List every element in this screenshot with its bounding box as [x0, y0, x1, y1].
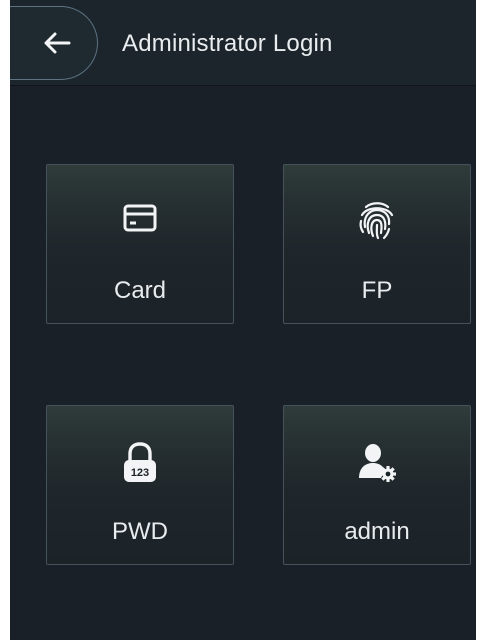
- password-login-button[interactable]: 123 PWD: [46, 405, 234, 565]
- admin-label: admin: [344, 518, 410, 545]
- page-title: Administrator Login: [122, 30, 333, 57]
- header-bar: Administrator Login: [10, 0, 476, 86]
- padlock-123-icon: 123: [47, 440, 233, 484]
- fingerprint-login-button[interactable]: FP: [283, 164, 471, 324]
- card-icon: [47, 203, 233, 233]
- fp-label: FP: [361, 277, 393, 304]
- admin-login-button[interactable]: admin: [283, 405, 471, 565]
- back-button[interactable]: [10, 6, 98, 80]
- admin-login-screen: Administrator Login Card FP 123 PWD admi…: [10, 0, 476, 640]
- fingerprint-icon: [284, 199, 470, 241]
- card-login-button[interactable]: Card: [46, 164, 234, 324]
- user-gear-icon: [284, 442, 470, 482]
- padlock-digits: 123: [131, 467, 149, 479]
- pwd-label: PWD: [112, 518, 168, 545]
- card-label: Card: [113, 277, 167, 304]
- arrow-left-icon: [44, 32, 71, 54]
